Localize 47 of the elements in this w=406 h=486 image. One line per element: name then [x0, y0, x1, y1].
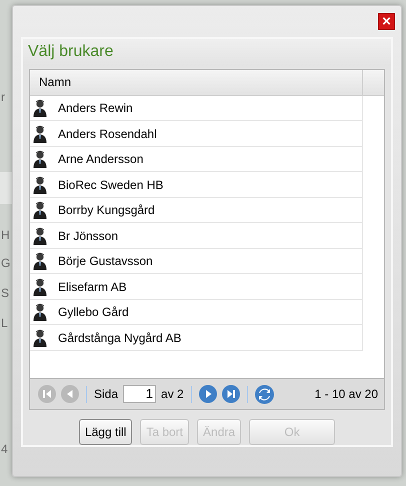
person-icon [33, 150, 47, 168]
user-name: Anders Rosendahl [58, 126, 157, 143]
person-icon [33, 124, 47, 143]
page-count: av 2 [161, 386, 184, 404]
background-panel [0, 172, 12, 204]
user-name: Börje Gustavsson [58, 253, 153, 270]
user-name: Gårdstånga Nygård AB [58, 330, 182, 347]
background-text: r [1, 89, 5, 106]
close-button[interactable]: × [378, 13, 395, 30]
background-text: H [1, 227, 10, 244]
user-name: Borrby Kungsgård [58, 202, 155, 220]
person-icon [33, 176, 47, 194]
user-row[interactable]: Br Jönsson [30, 223, 363, 249]
person-icon [33, 278, 47, 296]
user-name: Gyllebo Gård [58, 304, 129, 322]
dialog-title: Välj brukare [28, 42, 114, 62]
record-summary: 1 - 10 av 20 [314, 386, 378, 404]
refresh-icon[interactable] [254, 384, 274, 404]
user-row[interactable]: BioRec Sweden HB [30, 172, 363, 198]
background-text: L [1, 315, 8, 332]
user-name: BioRec Sweden HB [58, 176, 164, 194]
user-row[interactable]: Gyllebo Gård [30, 300, 363, 326]
next-page-button[interactable] [198, 385, 217, 404]
user-name: Elisefarm AB [58, 278, 127, 296]
person-icon [33, 328, 47, 347]
user-row[interactable]: Elisefarm AB [30, 274, 363, 300]
user-name: Br Jönsson [58, 228, 118, 245]
background-text: G [1, 255, 10, 272]
page-field[interactable]: 1 [123, 385, 156, 404]
person-icon [33, 201, 47, 220]
background-text: S [1, 285, 10, 302]
person-icon [33, 99, 47, 118]
user-row[interactable]: Borrby Kungsgård [30, 198, 363, 224]
background-text: 4 [1, 441, 8, 458]
user-name: Arne Andersson [58, 151, 144, 168]
person-icon [33, 226, 47, 245]
last-page-button[interactable] [222, 385, 240, 404]
user-row[interactable]: Gårdstånga Nygård AB [30, 325, 363, 351]
person-icon [33, 303, 47, 322]
user-row[interactable]: Arne Andersson [30, 146, 363, 172]
user-row[interactable]: Anders Rosendahl [30, 121, 363, 147]
user-row[interactable]: Börje Gustavsson [30, 248, 363, 274]
person-icon [33, 252, 47, 270]
page-label: Sida [94, 386, 118, 404]
dialog-button[interactable]: Lägg till [78, 419, 132, 445]
user-name: Anders Rewin [58, 100, 133, 118]
user-row[interactable]: Anders Rewin [30, 96, 363, 122]
